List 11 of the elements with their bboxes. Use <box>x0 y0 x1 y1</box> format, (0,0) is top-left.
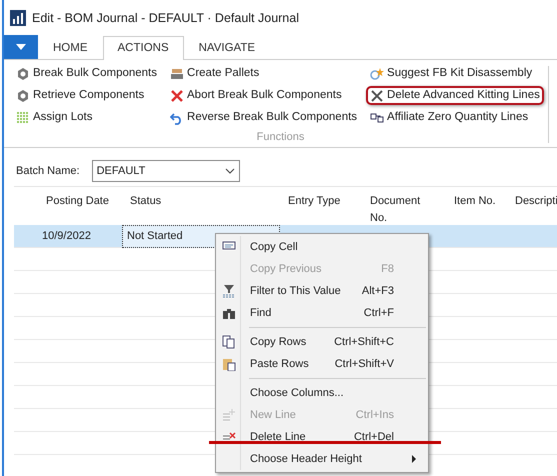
column-header: Item No. <box>454 195 496 207</box>
column-header: Status <box>130 195 162 207</box>
field-label: Batch Name: <box>16 164 80 179</box>
column-header: Descripti <box>515 195 557 207</box>
column-header: Document No. <box>370 194 422 226</box>
table-cell: 10/9/2022 <box>42 230 91 242</box>
column-header: Posting Date <box>46 195 109 207</box>
table-cell-text: Not Started <box>127 228 183 244</box>
column-header: Entry Type <box>288 195 340 207</box>
group-label: Functions <box>256 130 306 144</box>
window-title: Edit - BOM Journal - DEFAULT · Default Journal <box>32 10 299 27</box>
